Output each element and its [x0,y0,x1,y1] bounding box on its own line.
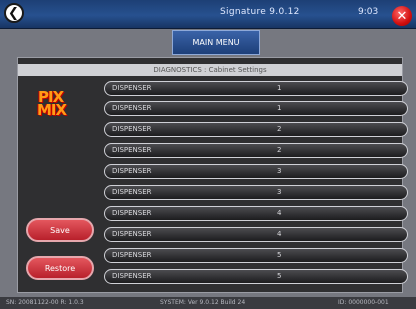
list-item[interactable]: DISPENSER 3 [104,164,408,179]
list-item[interactable]: DISPENSER 5 [104,269,408,284]
row-label: DISPENSER [112,272,152,280]
screen: ❮ Signature 9.0.12 9:03 ✕ MAIN MENU DIAG… [0,0,416,309]
row-label: DISPENSER [112,146,152,154]
status-bar: SN: 20081122-00 R: 1.0.3 SYSTEM: Ver 9.0… [0,297,416,309]
status-middle: SYSTEM: Ver 9.0.12 Build 24 [160,299,246,306]
restore-button[interactable]: Restore [26,256,94,280]
status-right: ID: 0000000-001 [338,299,389,306]
row-value: 5 [277,251,282,259]
row-label: DISPENSER [112,167,152,175]
back-button[interactable]: ❮ [4,3,24,23]
brand-logo: PIX MIX [36,88,72,119]
list-item[interactable]: DISPENSER 2 [104,143,408,158]
list-item[interactable]: DISPENSER 1 [104,81,408,96]
row-label: DISPENSER [112,209,152,217]
row-label: DISPENSER [112,84,152,92]
list-item[interactable]: DISPENSER 3 [104,185,408,200]
clock: 9:03 [358,7,379,17]
close-icon: ✕ [396,8,408,24]
logo-line-2: MIX [37,101,67,119]
status-left: SN: 20081122-00 R: 1.0.3 [6,299,84,306]
tab-main-menu[interactable]: MAIN MENU [172,30,260,55]
row-value: 2 [277,146,282,154]
list-item[interactable]: DISPENSER 4 [104,227,408,242]
list-item[interactable]: DISPENSER 1 [104,101,408,116]
row-value: 4 [277,230,282,238]
save-button[interactable]: Save [26,218,94,242]
row-label: DISPENSER [112,251,152,259]
list-item[interactable]: DISPENSER 4 [104,206,408,221]
row-value: 5 [277,272,282,280]
row-value: 3 [277,188,282,196]
list-item[interactable]: DISPENSER 2 [104,122,408,137]
back-arrow-icon: ❮ [8,5,19,21]
row-value: 1 [277,104,282,112]
top-bar: ❮ Signature 9.0.12 9:03 ✕ [0,0,416,29]
row-value: 3 [277,167,282,175]
row-label: DISPENSER [112,188,152,196]
list-item[interactable]: DISPENSER 5 [104,248,408,263]
row-label: DISPENSER [112,104,152,112]
section-header: DIAGNOSTICS : Cabinet Settings [18,64,402,76]
row-label: DISPENSER [112,125,152,133]
row-value: 4 [277,209,282,217]
row-value: 2 [277,125,282,133]
row-value: 1 [277,84,282,92]
row-label: DISPENSER [112,230,152,238]
close-button[interactable]: ✕ [392,6,412,26]
app-title: Signature 9.0.12 [220,7,300,17]
